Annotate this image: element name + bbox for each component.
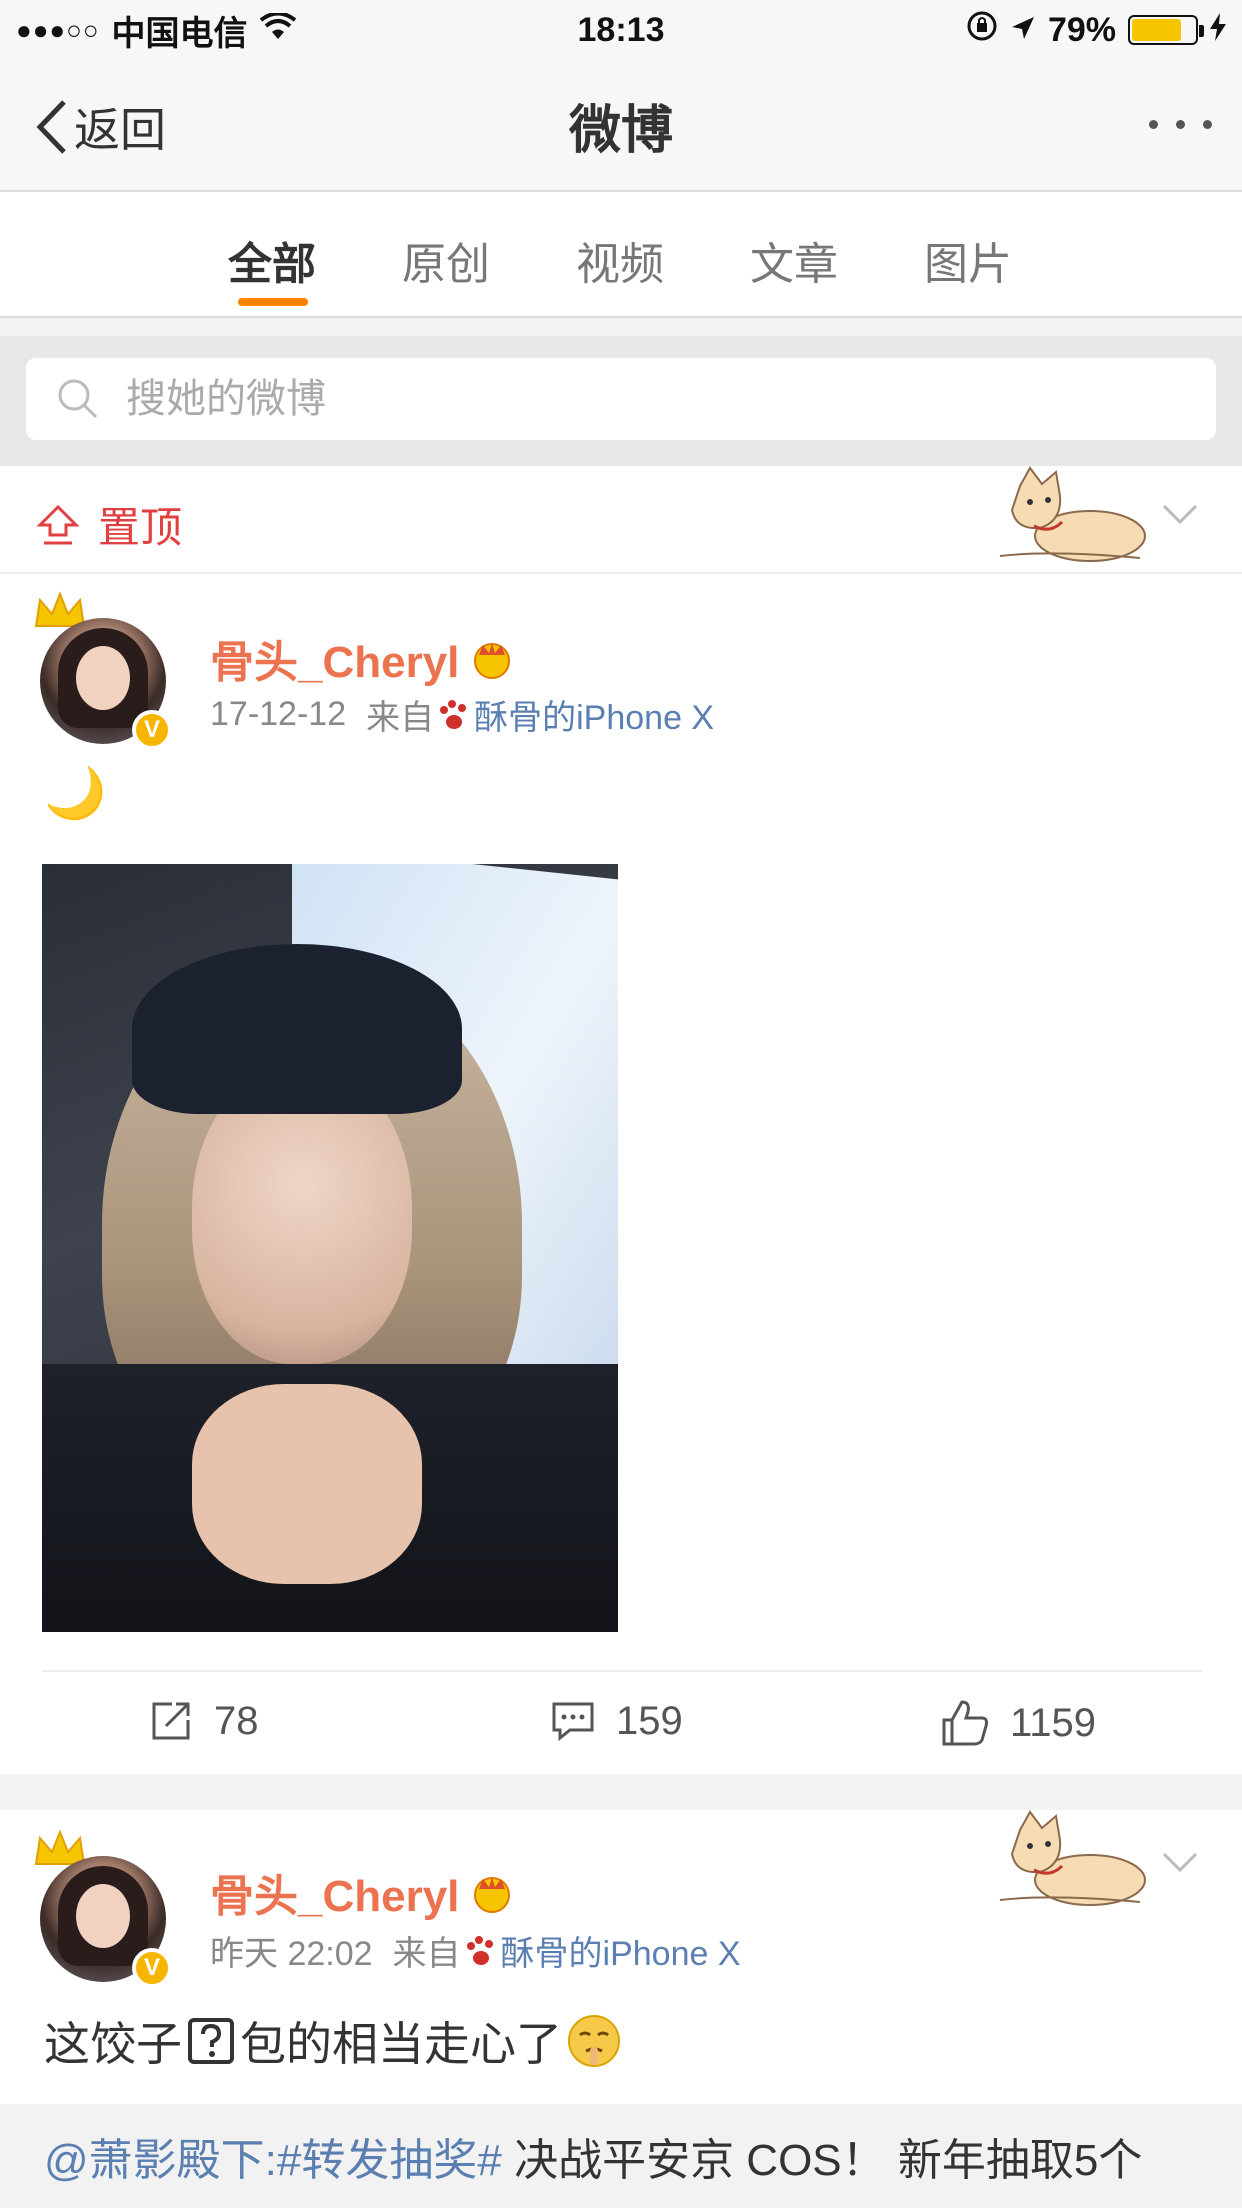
comment-button[interactable]: 159 (550, 1698, 683, 1744)
pinned-header: 置顶 (0, 466, 1242, 574)
weibo-post-card: V 骨头_Cheryl 昨天 22:02 来自 酥骨的iPhone X 这饺子 … (0, 1810, 1242, 2208)
more-dot-icon (1176, 120, 1185, 129)
search-box[interactable] (26, 358, 1216, 440)
crescent-moon-emoji: 🌙 (44, 765, 107, 821)
unknown-emoji-icon (188, 2018, 234, 2064)
page-title: 微博 (568, 101, 673, 160)
comment-count: 159 (616, 1698, 683, 1743)
retweet-content[interactable]: @萧影殿下:#转发抽奖# 决战平安京 COS！ 新年抽取5个 (0, 2104, 1242, 2208)
chevron-left-icon (36, 100, 66, 154)
post-image[interactable] (42, 864, 618, 1632)
retweet-text: 决战平安京 COS！ 新年抽取5个 (501, 2136, 1143, 2185)
user-avatar[interactable]: V (34, 591, 172, 750)
user-name-text: 骨头_Cheryl (210, 638, 460, 687)
paw-print-icon (440, 699, 467, 729)
battery-icon (1128, 15, 1204, 45)
charging-bolt-icon (1210, 11, 1226, 50)
shiba-dog-sticker-icon (999, 1810, 1146, 1906)
post-text-start: 这饺子 (44, 2018, 182, 2070)
post-actions: 78 159 1159 (0, 1698, 1242, 1758)
navigation-bar: 返回 微博 (0, 60, 1242, 192)
post-date: 17-12-12 (210, 695, 347, 733)
verified-badge-icon: V (132, 710, 172, 750)
shiba-dog-sticker-icon (999, 466, 1146, 562)
post-meta: 昨天 22:02 来自 酥骨的iPhone X (210, 1926, 741, 1975)
like-button[interactable]: 1159 (940, 1698, 1096, 1748)
signal-strength: ●●●○○ (16, 14, 100, 45)
user-name[interactable]: 骨头_Cheryl (210, 1860, 515, 1924)
thumbs-up-icon (942, 1700, 988, 1746)
location-arrow-icon (1010, 11, 1036, 50)
post-date: 昨天 22:02 (210, 1935, 373, 1973)
user-name[interactable]: 骨头_Cheryl (210, 626, 515, 690)
source-prefix: 来自 (366, 699, 435, 737)
tab-article[interactable]: 文章 (750, 228, 838, 292)
wifi-icon (259, 11, 296, 50)
pin-up-arrow-icon (36, 504, 80, 544)
search-area (0, 336, 1242, 466)
like-count: 1159 (1010, 1700, 1097, 1745)
shush-face-emoji-icon (568, 2015, 620, 2067)
share-icon (152, 1702, 190, 1740)
tab-video[interactable]: 视频 (576, 228, 664, 292)
post-text: 🌙 (44, 764, 106, 823)
source-prefix: 来自 (392, 1935, 461, 1973)
source-device-link[interactable]: 酥骨的iPhone X (474, 690, 714, 739)
orientation-lock-icon (966, 10, 998, 51)
paw-print-icon (466, 1935, 493, 1965)
status-time: 18:13 (577, 10, 665, 49)
active-tab-indicator (238, 298, 308, 306)
search-input[interactable] (126, 376, 1026, 422)
filter-tabs: 全部 原创 视频 文章 图片 (0, 192, 1242, 318)
chevron-down-icon[interactable] (1160, 1850, 1200, 1874)
comment-icon (552, 1702, 594, 1742)
more-options-button[interactable] (1149, 120, 1212, 129)
back-label: 返回 (74, 104, 166, 156)
retweet-mention-link[interactable]: @萧影殿下:#转发抽奖# (44, 2136, 502, 2185)
vip-crown-badge-icon (474, 643, 511, 679)
post-meta: 17-12-12 来自 酥骨的iPhone X (210, 690, 714, 739)
repost-count: 78 (214, 1698, 259, 1743)
source-device-link[interactable]: 酥骨的iPhone X (501, 1926, 741, 1975)
search-icon (58, 379, 98, 419)
pinned-label: 置顶 (98, 504, 183, 551)
battery-percent: 79% (1047, 10, 1116, 49)
pinned-indicator: 置顶 (36, 494, 182, 555)
more-dot-icon (1149, 120, 1158, 129)
post-text: 这饺子 包的相当走心了 (44, 2008, 622, 2074)
user-name-text: 骨头_Cheryl (210, 1872, 460, 1921)
carrier-name: 中国电信 (111, 14, 248, 53)
user-avatar[interactable]: V (34, 1829, 172, 1988)
more-dot-icon (1203, 120, 1212, 129)
back-button[interactable]: 返回 (34, 94, 166, 160)
tab-images[interactable]: 图片 (924, 228, 1012, 292)
tab-original[interactable]: 原创 (402, 228, 490, 292)
verified-badge-icon: V (132, 1948, 172, 1988)
action-divider (42, 1670, 1202, 1672)
tab-all[interactable]: 全部 (228, 228, 316, 292)
weibo-post-card: V 骨头_Cheryl 17-12-12 来自 酥骨的iPhone X 🌙 78… (0, 574, 1242, 1774)
chevron-down-icon[interactable] (1160, 502, 1200, 526)
status-bar: ●●●○○ 中国电信 18:13 79% (0, 0, 1242, 60)
vip-crown-badge-icon (474, 1877, 511, 1913)
repost-button[interactable]: 78 (148, 1698, 259, 1744)
post-text-end: 包的相当走心了 (240, 2018, 562, 2070)
